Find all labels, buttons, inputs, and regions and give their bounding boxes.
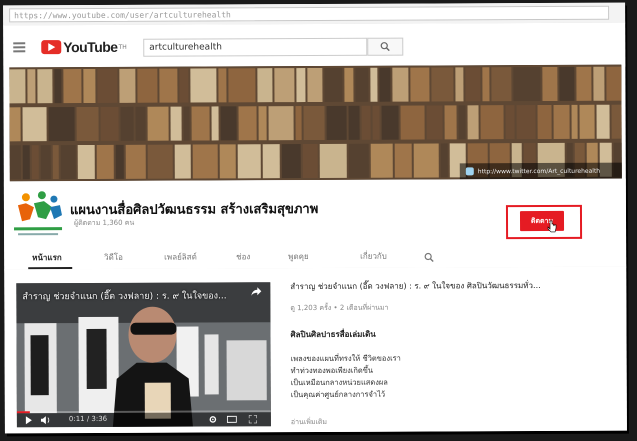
logo-region: TH [118,43,127,51]
youtube-header: YouTube TH artculturehealth [3,22,626,70]
channel-name: แผนงานสื่อศิลปวัฒนธรรม สร้างเสริมสุขภาพ [69,201,319,219]
video-details: สำราญ ช่วยจำแนก (อี๊ด วงฟลาย) : ร. ๙ ในใ… [290,279,611,428]
subscriber-count: ผู้ติดตาม 1,360 คน [74,218,135,228]
description-line: เป็นคุณค่าศูนย์กลางการจำไว้ [290,389,386,400]
play-icon[interactable] [25,416,33,425]
share-icon[interactable] [250,286,262,296]
play-logo-icon [41,40,62,55]
banner-link-text: http://www.twitter.com/Art_culturehealth [477,167,601,175]
gear-icon[interactable] [209,415,217,423]
twitter-icon [465,167,474,176]
mouse-cursor-icon [547,220,557,233]
video-title-link[interactable]: สำราญ ช่วยจำแนก (อี๊ด วงฟลาย) : ร. ๙ ในใ… [290,279,610,293]
tab-playlists[interactable]: เพลย์ลิสต์ [164,251,197,264]
tab-discussion[interactable]: พูดคุย [288,250,309,263]
channel-logo-icon [14,191,63,236]
video-time: 0:11 / 3:36 [68,414,108,424]
channel-header: แผนงานสื่อศิลปวัฒนธรรม สร้างเสริมสุขภาพ … [3,178,627,244]
subscribe-button[interactable]: ติดตาม [519,210,565,232]
youtube-logo[interactable]: YouTube TH [41,38,127,56]
read-more-link[interactable]: อ่านเพิ่มเติม [291,416,611,428]
description-heading: ศิลปินศิลปาธรสื่อเล่มเดิน [290,329,376,340]
fullscreen-icon[interactable] [248,415,257,424]
search-button[interactable] [367,37,404,56]
channel-search-button[interactable] [424,247,434,266]
logo-text: YouTube [63,38,118,56]
video-thumbnail [16,282,271,428]
theater-mode-icon[interactable] [226,415,237,423]
tab-channels[interactable]: ช่อง [236,250,250,263]
video-overlay-title: สำราญ ช่วยจำแนก (อี๊ด วงฟลาย) : ร. ๙ ในใ… [22,291,227,303]
featured-section: สำราญ ช่วยจำแนก (อี๊ด วงฟลาย) : ร. ๙ ในใ… [4,266,627,434]
video-controls: 0:11 / 3:36 [16,412,271,428]
featured-video-player[interactable]: สำราญ ช่วยจำแนก (อี๊ด วงฟลาย) : ร. ๙ ในใ… [16,282,271,428]
channel-banner: http://www.twitter.com/Art_culturehealth… [9,64,622,182]
search-icon [380,42,390,52]
description-body: เพลงของแผนที่ทรงให้ ชีวิตของเรา ทำท่วงทอ… [291,352,611,401]
hamburger-menu-icon[interactable] [13,42,26,53]
channel-avatar[interactable] [12,189,64,239]
screenshot-frame: https://www.youtube.com/user/artcultureh… [3,2,627,434]
video-meta: ดู 1,203 ครั้ง • 2 เดือนที่ผ่านมา [290,303,389,313]
search-icon [424,252,434,262]
channel-tabs: หน้าแรก วิดีโอ เพลย์ลิสต์ ช่อง พูดคุย เก… [4,240,627,271]
tab-about[interactable]: เกี่ยวกับ [360,250,387,263]
banner-social-link[interactable]: http://www.twitter.com/Art_culturehealth… [459,162,622,180]
volume-icon[interactable] [40,416,51,425]
tab-videos[interactable]: วิดีโอ [104,251,123,264]
search-input[interactable]: artculturehealth [143,37,368,57]
tab-home[interactable]: หน้าแรก [32,251,62,264]
address-field[interactable]: https://www.youtube.com/user/artcultureh… [9,5,610,23]
